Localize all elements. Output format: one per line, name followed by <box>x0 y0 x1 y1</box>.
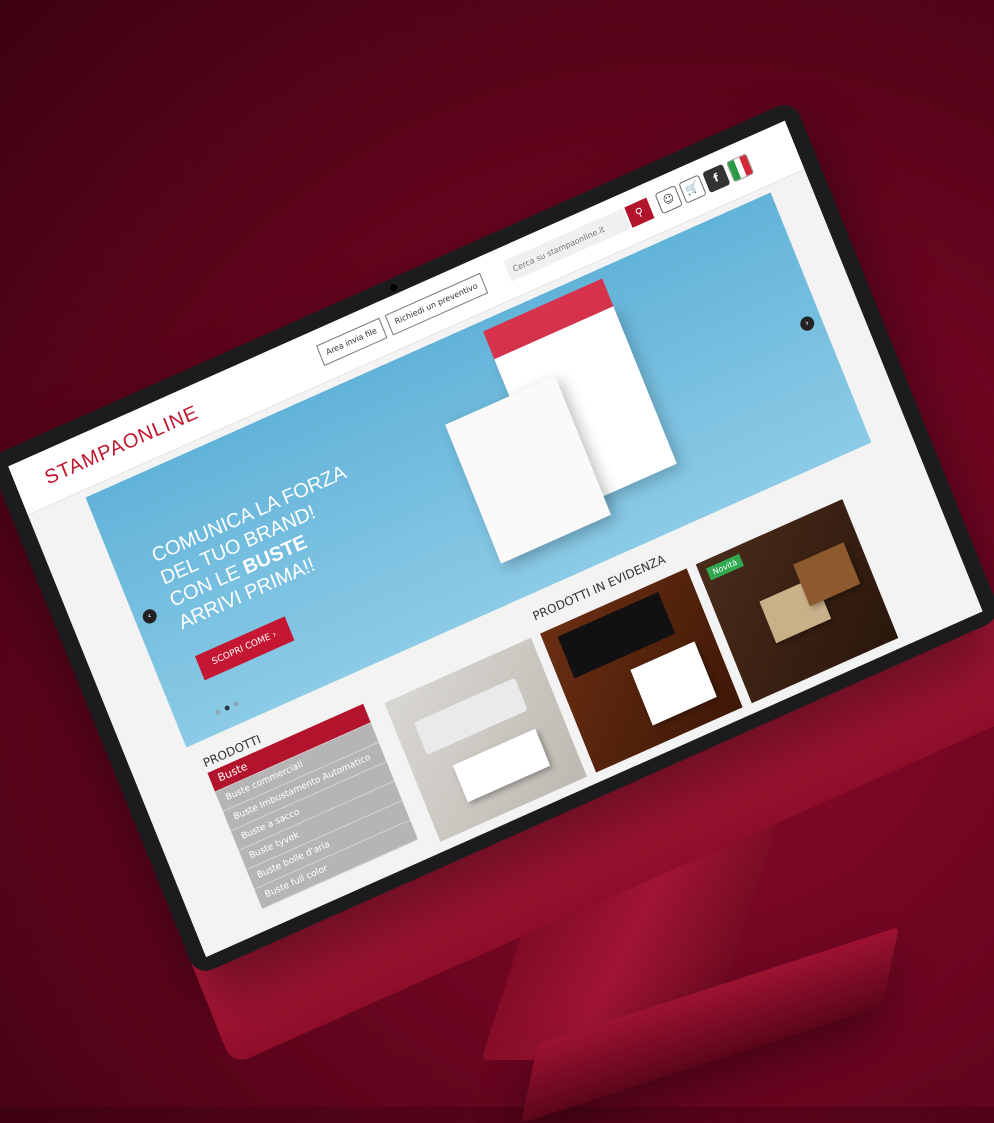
slider-dot[interactable] <box>214 708 222 716</box>
slider-prev-icon[interactable]: ‹ <box>140 607 159 626</box>
camera-icon <box>389 283 399 293</box>
envelope-image <box>452 728 551 803</box>
slider-dot-active[interactable] <box>223 704 231 712</box>
screen: STAMPAONLINE Area invia file Richiedi un… <box>8 120 983 958</box>
letterhead-image <box>630 641 717 726</box>
discover-button[interactable]: SCOPRI COME › <box>194 616 295 681</box>
italy-flag-icon[interactable] <box>725 153 755 183</box>
products-menu: Buste Buste commerciali Buste Imbustamen… <box>207 703 419 910</box>
monitor: STAMPAONLINE Area invia file Richiedi un… <box>0 99 994 1066</box>
user-icon[interactable]: ☺ <box>654 185 683 215</box>
upload-files-button[interactable]: Area invia file <box>316 317 388 367</box>
hero-headline: COMUNICA LA FORZA DEL TUO BRAND! CON LE … <box>148 460 376 635</box>
facebook-icon[interactable]: f <box>702 163 731 194</box>
slider-next-icon[interactable]: › <box>798 314 817 333</box>
new-badge: Novità <box>706 553 744 581</box>
search-icon: ⚲ <box>633 204 646 220</box>
slider-dot[interactable] <box>233 700 240 708</box>
cart-icon[interactable]: 🛒 <box>678 174 707 204</box>
slider-dots <box>214 700 240 716</box>
